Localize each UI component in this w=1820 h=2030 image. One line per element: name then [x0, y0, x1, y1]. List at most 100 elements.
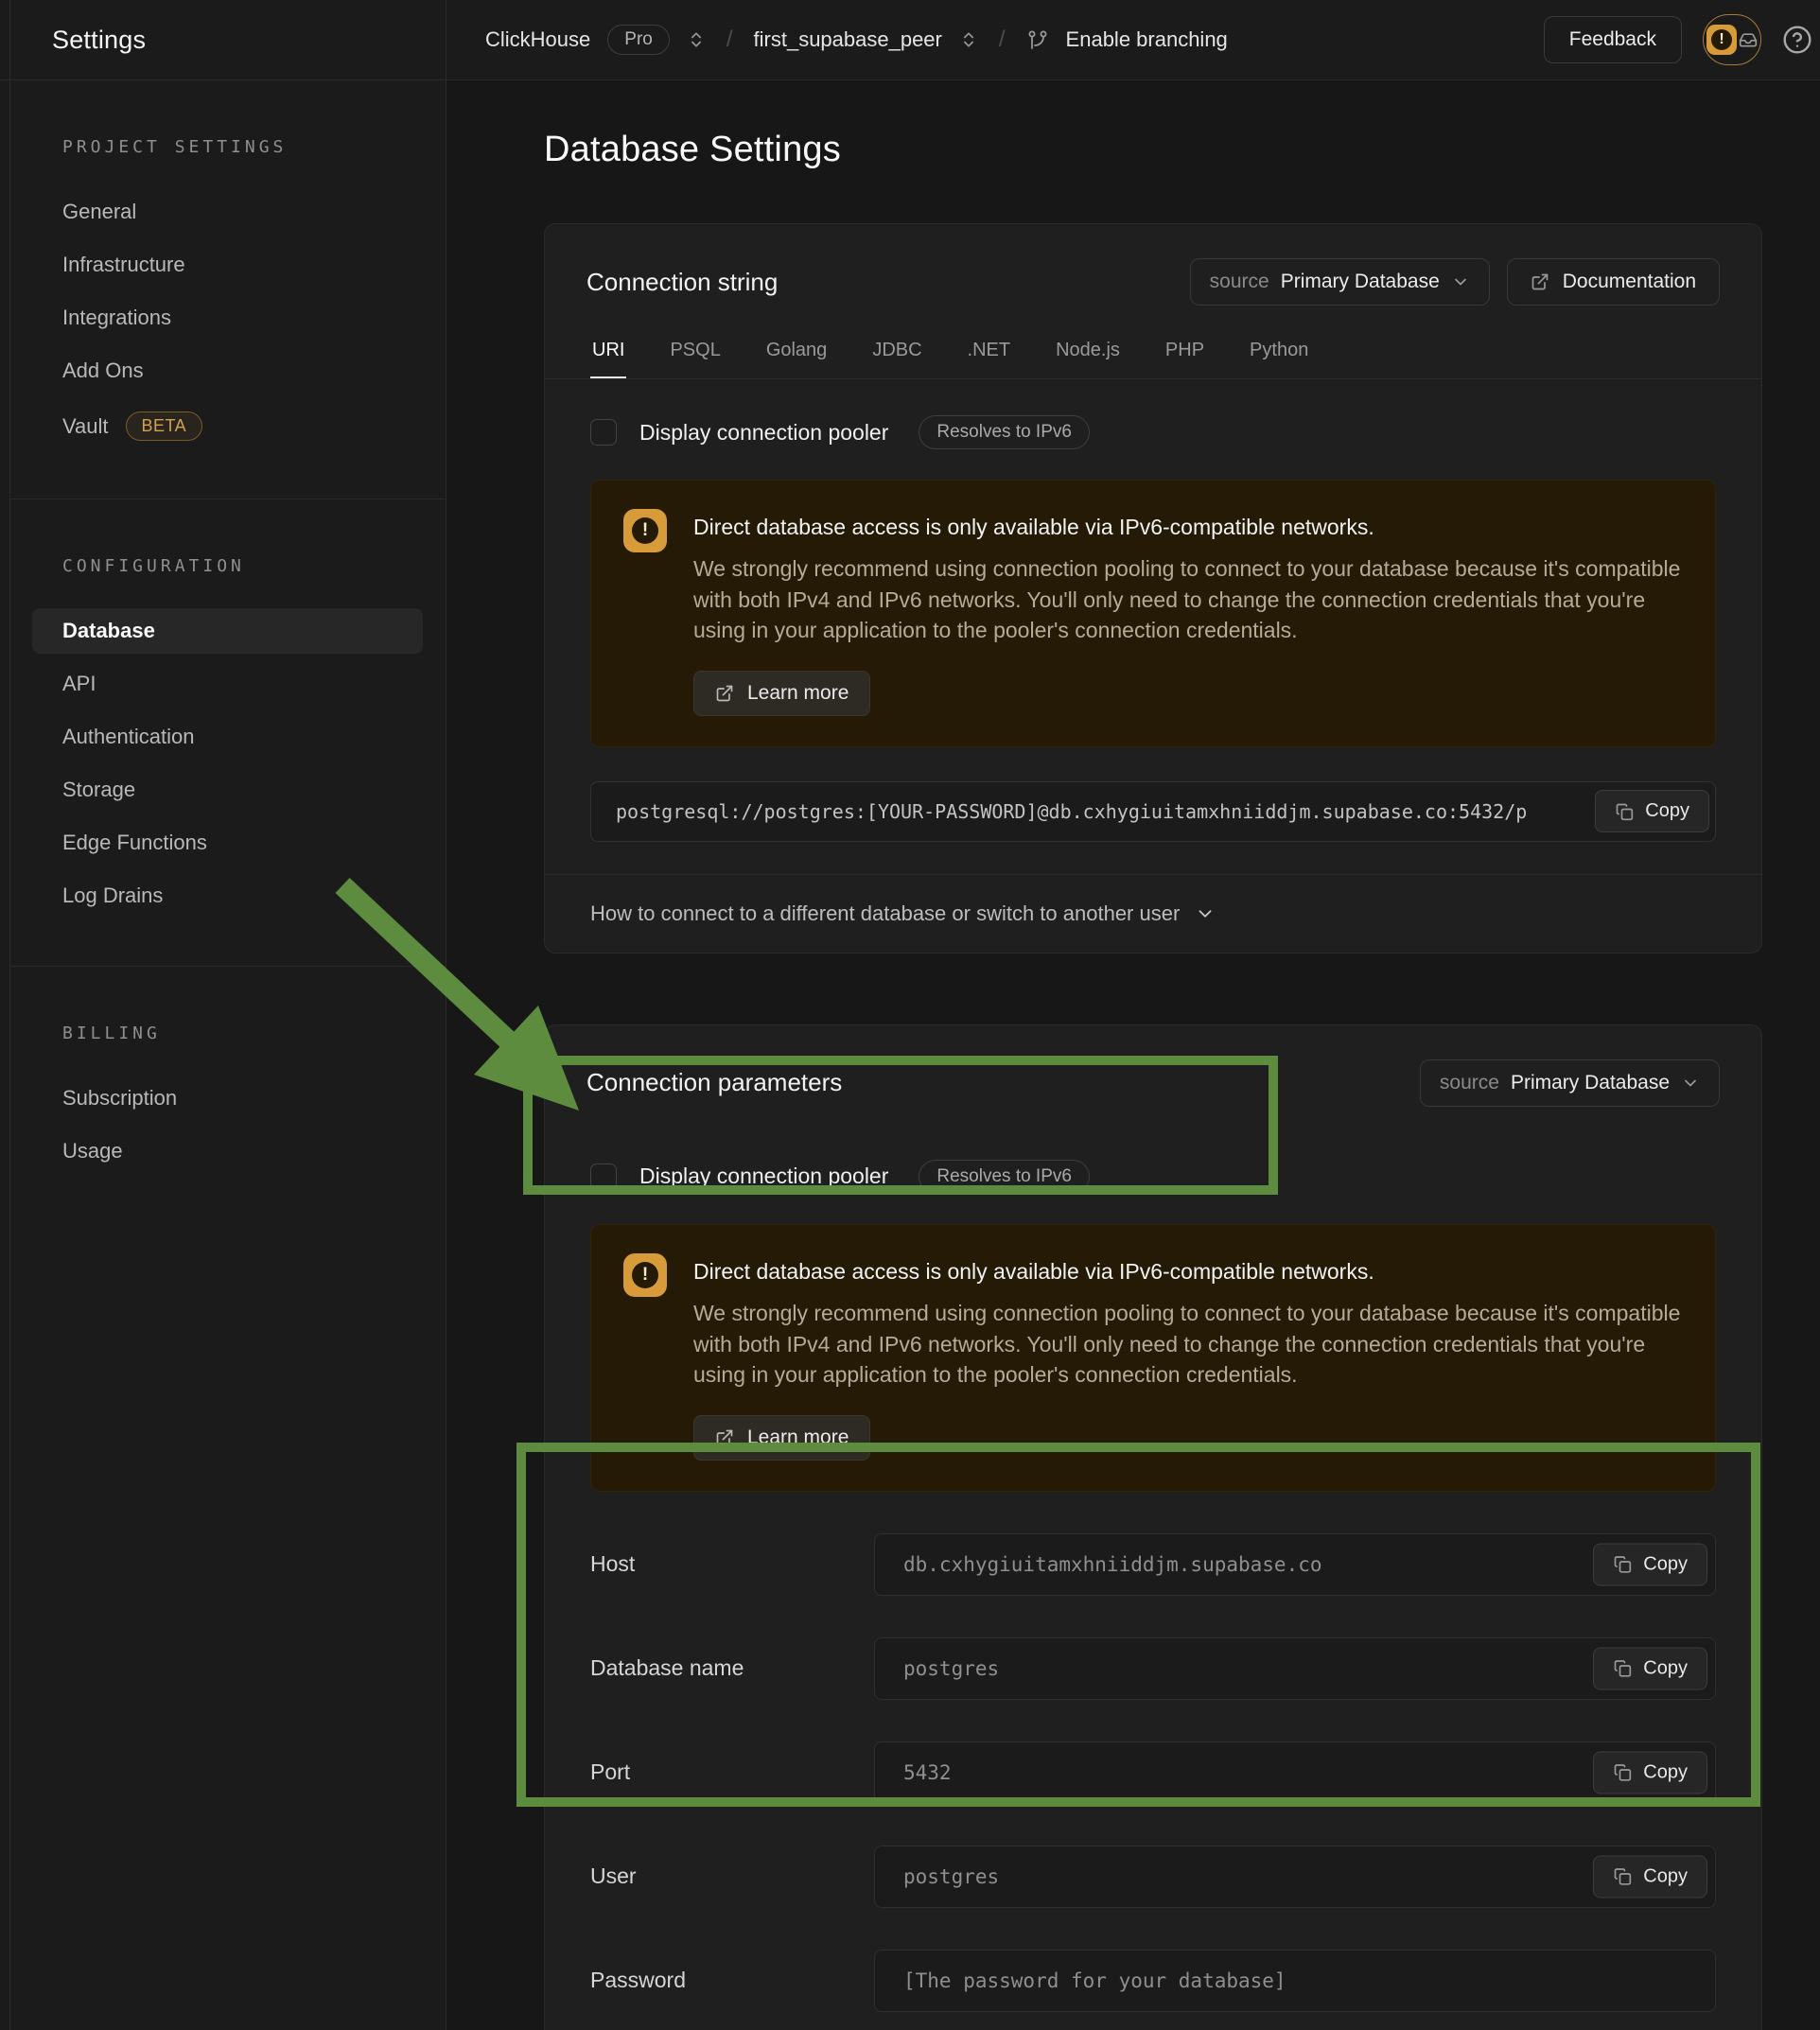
- tab-uri[interactable]: URI: [590, 330, 626, 378]
- project-switcher-chevrons-icon[interactable]: [959, 30, 978, 49]
- copy-database-name-button[interactable]: Copy: [1593, 1647, 1707, 1689]
- main-content: Database Settings Connection string sour…: [446, 80, 1820, 2030]
- copy-host-button[interactable]: Copy: [1593, 1543, 1707, 1585]
- host-input[interactable]: db.cxhygiuitamxhniiddjm.supabase.co Copy: [874, 1533, 1716, 1596]
- display-connection-pooler-checkbox[interactable]: [590, 1164, 617, 1190]
- database-name-input[interactable]: postgres Copy: [874, 1637, 1716, 1700]
- chevron-down-icon: [1451, 272, 1470, 291]
- page-title: Database Settings: [544, 130, 1762, 170]
- port-input[interactable]: 5432 Copy: [874, 1741, 1716, 1804]
- tab-psql[interactable]: PSQL: [668, 330, 722, 378]
- sidebar-item-storage[interactable]: Storage: [32, 767, 423, 813]
- connect-help-expander[interactable]: How to connect to a different database o…: [545, 874, 1761, 953]
- sidebar-item-label: Subscription: [62, 1086, 177, 1111]
- connection-string-value: postgresql://postgres:[YOUR-PASSWORD]@db…: [616, 800, 1585, 823]
- section-heading-project-settings: PROJECT SETTINGS: [62, 137, 423, 157]
- sidebar-item-label: API: [62, 672, 96, 696]
- connection-parameters-title: Connection parameters: [586, 1068, 842, 1097]
- connection-parameters-card: Connection parameters source Primary Dat…: [544, 1024, 1762, 2030]
- password-placeholder: [The password for your database]: [903, 1969, 1286, 1992]
- notifications-button[interactable]: !: [1703, 14, 1761, 65]
- tab-nodejs[interactable]: Node.js: [1054, 330, 1122, 378]
- sidebar-item-database[interactable]: Database: [32, 608, 423, 654]
- sidebar-item-label: Infrastructure: [62, 253, 185, 277]
- source-select[interactable]: source Primary Database: [1190, 258, 1490, 306]
- breadcrumb-project[interactable]: first_supabase_peer: [754, 27, 942, 52]
- host-value: db.cxhygiuitamxhniiddjm.supabase.co: [903, 1553, 1322, 1576]
- sidebar-item-edge-functions[interactable]: Edge Functions: [32, 820, 423, 866]
- sidebar-item-label: Storage: [62, 778, 135, 802]
- sidebar-item-label: Add Ons: [62, 359, 144, 383]
- source-value: Primary Database: [1511, 1072, 1670, 1094]
- source-label: source: [1210, 271, 1269, 293]
- source-select[interactable]: source Primary Database: [1420, 1059, 1720, 1107]
- sidebar-item-label: Edge Functions: [62, 831, 207, 855]
- section-heading-billing: BILLING: [62, 1024, 423, 1043]
- external-link-icon: [715, 684, 734, 703]
- password-label: Password: [590, 1968, 874, 1993]
- external-link-icon: [715, 1428, 734, 1447]
- password-input[interactable]: [The password for your database]: [874, 1950, 1716, 2012]
- tab-dotnet[interactable]: .NET: [966, 330, 1013, 378]
- sidebar-item-api[interactable]: API: [32, 661, 423, 707]
- copy-icon: [1613, 1763, 1632, 1782]
- chevron-down-icon: [1195, 903, 1216, 924]
- source-value: Primary Database: [1281, 271, 1440, 293]
- section-heading-configuration: CONFIGURATION: [62, 556, 423, 576]
- resolves-to-ipv6-badge: Resolves to IPv6: [919, 1160, 1090, 1194]
- display-connection-pooler-row: Display connection pooler Resolves to IP…: [590, 415, 1090, 449]
- sidebar-item-authentication[interactable]: Authentication: [32, 714, 423, 760]
- resolves-to-ipv6-badge: Resolves to IPv6: [919, 415, 1090, 449]
- copy-port-button[interactable]: Copy: [1593, 1751, 1707, 1794]
- sidebar-item-add-ons[interactable]: Add Ons: [32, 348, 423, 394]
- settings-sidebar: PROJECT SETTINGS General Infrastructure …: [0, 80, 446, 2030]
- breadcrumb: ClickHouse Pro / first_supabase_peer / E…: [446, 0, 1544, 79]
- sidebar-section-project-settings: PROJECT SETTINGS General Infrastructure …: [9, 80, 446, 499]
- tab-jdbc[interactable]: JDBC: [870, 330, 923, 378]
- sidebar-item-label: Vault: [62, 414, 109, 439]
- sidebar-item-usage[interactable]: Usage: [32, 1129, 423, 1174]
- help-button[interactable]: [1782, 25, 1812, 55]
- warning-title: Direct database access is only available…: [693, 515, 1683, 540]
- tab-golang[interactable]: Golang: [764, 330, 830, 378]
- app-title: Settings: [52, 26, 146, 55]
- sidebar-item-general[interactable]: General: [32, 189, 423, 235]
- header-actions: Feedback !: [1544, 0, 1820, 79]
- org-switcher-chevrons-icon[interactable]: [687, 30, 706, 49]
- copy-user-button[interactable]: Copy: [1593, 1855, 1707, 1898]
- port-field-row: Port 5432 Copy: [590, 1741, 1716, 1804]
- documentation-button[interactable]: Documentation: [1507, 258, 1720, 306]
- learn-more-button[interactable]: Learn more: [693, 671, 870, 716]
- password-field-row: Password [The password for your database…: [590, 1950, 1716, 2012]
- user-field-row: User postgres Copy: [590, 1846, 1716, 1908]
- sidebar-item-vault[interactable]: Vault BETA: [32, 401, 423, 451]
- breadcrumb-org[interactable]: ClickHouse: [485, 27, 590, 52]
- port-label: Port: [590, 1759, 874, 1785]
- warning-body: We strongly recommend using connection p…: [693, 553, 1683, 646]
- tab-python[interactable]: Python: [1248, 330, 1310, 378]
- inbox-icon: [1739, 30, 1758, 49]
- warning-body: We strongly recommend using connection p…: [693, 1298, 1683, 1391]
- connection-string-card: Connection string source Primary Databas…: [544, 223, 1762, 954]
- learn-more-button[interactable]: Learn more: [693, 1415, 870, 1461]
- ipv6-warning-box: ! Direct database access is only availab…: [590, 480, 1716, 747]
- git-branch-icon: [1026, 28, 1049, 51]
- copy-connection-string-button[interactable]: Copy: [1595, 790, 1709, 832]
- display-connection-pooler-checkbox[interactable]: [590, 419, 617, 446]
- enable-branching-button[interactable]: Enable branching: [1066, 27, 1228, 52]
- database-name-field-row: Database name postgres Copy: [590, 1637, 1716, 1700]
- sidebar-item-label: General: [62, 200, 136, 224]
- sidebar-item-label: Authentication: [62, 725, 194, 749]
- user-input[interactable]: postgres Copy: [874, 1846, 1716, 1908]
- tab-php[interactable]: PHP: [1164, 330, 1206, 378]
- sidebar-item-log-drains[interactable]: Log Drains: [32, 873, 423, 919]
- feedback-button[interactable]: Feedback: [1544, 16, 1682, 63]
- copy-icon: [1613, 1659, 1632, 1678]
- sidebar-item-label: Integrations: [62, 306, 171, 330]
- connection-string-value-row[interactable]: postgresql://postgres:[YOUR-PASSWORD]@db…: [590, 781, 1716, 842]
- source-label: source: [1440, 1072, 1499, 1094]
- sidebar-item-subscription[interactable]: Subscription: [32, 1076, 423, 1121]
- host-field-row: Host db.cxhygiuitamxhniiddjm.supabase.co…: [590, 1533, 1716, 1596]
- sidebar-item-integrations[interactable]: Integrations: [32, 295, 423, 341]
- sidebar-item-infrastructure[interactable]: Infrastructure: [32, 242, 423, 288]
